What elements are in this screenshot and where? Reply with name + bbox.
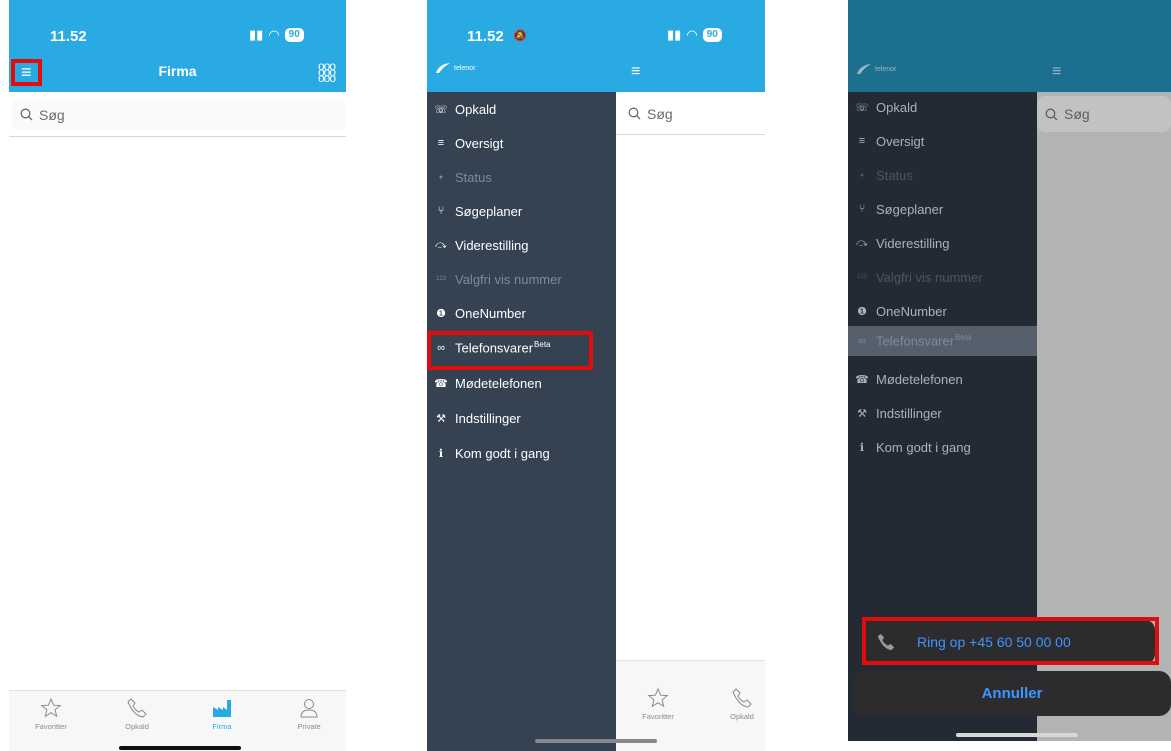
highlight-menu-button — [11, 59, 42, 86]
tab-calls[interactable]: Opkald — [712, 687, 765, 721]
top-bar: ≡ Firma ooo ooo ooo — [9, 50, 346, 92]
star-icon — [40, 697, 62, 718]
menu-item-telefonsvarer: ∞ TelefonsvarerBeta — [858, 333, 972, 349]
numbers-icon: 123 — [435, 276, 446, 282]
tab-bar: Favoritter Opkald Firma Private — [9, 690, 346, 751]
search-placeholder: Søg — [39, 106, 65, 123]
tab-favorites[interactable]: Favoritter — [21, 697, 81, 731]
menu-item-soegeplaner[interactable]: ⑂ Søgeplaner — [434, 196, 523, 226]
highlight-telefonsvarer — [427, 331, 593, 370]
battery-icon: 90 — [702, 28, 722, 42]
route-icon: ⑂ — [437, 205, 445, 217]
tab-label: Opkald — [730, 712, 754, 721]
wifi-icon: ◠ — [686, 27, 698, 42]
tab-private[interactable]: Private — [279, 697, 339, 731]
status-icons: ▮▮ ◠ 90 — [249, 27, 304, 43]
page-title: Firma — [158, 63, 197, 79]
menu-item-kom-godt-i-gang[interactable]: ℹ Kom godt i gang — [434, 438, 550, 468]
telenor-logo-icon — [436, 63, 450, 73]
status-time: 11.52 — [467, 28, 504, 45]
dialpad-icon[interactable]: ooo ooo ooo — [318, 60, 336, 84]
menu-item-soegeplaner: ⑂ Søgeplaner — [858, 201, 944, 217]
side-drawer: ☏ Opkald ≡ Oversigt ● Status ⑂ Søgeplaner ⤼ V… — [427, 92, 616, 751]
search-icon — [1045, 108, 1058, 120]
star-icon — [647, 687, 669, 708]
battery-icon: 90 — [284, 28, 304, 42]
tab-calls[interactable]: Opkald — [107, 697, 167, 731]
cancel-button[interactable]: Annuller — [853, 671, 1171, 716]
screen-company-list: 11.52 ▮▮ ◠ 90 ≡ Firma ooo ooo ooo Søg Favo… — [9, 0, 346, 751]
home-indicator — [535, 739, 657, 743]
menu-item-oversigt[interactable]: ≡ Oversigt — [434, 128, 504, 158]
menu-item-status: ● Status — [859, 167, 913, 183]
tab-label: Opkald — [125, 722, 149, 731]
menu-item-indstillinger: ⚒ Indstillinger — [857, 405, 942, 421]
tab-label: Favoritter — [642, 712, 674, 721]
status-time: 11.52 — [50, 28, 87, 45]
tab-favorites[interactable]: Favoritter — [628, 687, 688, 721]
info-icon: ℹ — [438, 447, 444, 460]
meeting-phone-icon: ☎ — [434, 377, 448, 390]
wrench-icon: ⚒ — [436, 412, 446, 425]
phone-icon: ☏ — [434, 103, 448, 116]
menu-item-valgfri-vis-nummer: 123 Valgfri vis nummer — [856, 269, 983, 285]
menu-item-opkald: ☏ Opkald — [855, 99, 918, 115]
search-icon — [20, 108, 33, 121]
cancel-label: Annuller — [981, 685, 1043, 702]
header-dimmed: telenor ≡ — [848, 0, 1171, 92]
search-input[interactable]: Søg — [620, 98, 765, 129]
telenor-logo: telenor — [435, 62, 475, 74]
menu-item-moedetelefonen[interactable]: ☎ Mødetelefonen — [434, 368, 542, 398]
menu-item-onenumber: ❶ OneNumber — [857, 303, 947, 319]
search-input: Søg — [1037, 96, 1171, 132]
dot-icon: ● — [438, 173, 444, 181]
factory-icon — [213, 700, 231, 717]
hamburger-menu-icon[interactable]: ≡ — [631, 62, 640, 82]
telenor-logo: telenor — [856, 63, 896, 75]
screen-drawer-open: 11.52 🔕 ▮▮ ◠ 90 telenor ≡ ☏ Opkald ≡ Overs… — [427, 0, 765, 751]
menu-item-oversigt: ≡ Oversigt — [858, 133, 925, 149]
phone-icon — [732, 688, 752, 708]
menu-item-viderestilling[interactable]: ⤼ Viderestilling — [434, 230, 528, 260]
home-indicator — [119, 746, 241, 750]
forward-icon: ⤼ — [435, 238, 447, 251]
menu-item-moedetelefonen: ☎ Mødetelefonen — [855, 371, 963, 387]
menu-item-kom-godt-i-gang: ℹ Kom godt i gang — [859, 439, 971, 455]
status-bar: 11.52 ▮▮ ◠ 90 — [9, 0, 346, 50]
wifi-icon: ◠ — [268, 27, 280, 42]
list-icon: ≡ — [437, 137, 445, 149]
one-icon: ❶ — [436, 307, 446, 320]
highlight-call-action — [862, 617, 1159, 665]
signal-icon: ▮▮ — [667, 27, 682, 42]
tab-label: Favoritter — [35, 722, 67, 731]
menu-item-onenumber[interactable]: ❶ OneNumber — [434, 298, 526, 328]
search-placeholder: Søg — [1064, 106, 1090, 122]
phone-icon — [127, 698, 147, 718]
menu-item-valgfri-vis-nummer[interactable]: 123 Valgfri vis nummer — [434, 264, 562, 294]
search-placeholder: Søg — [647, 105, 673, 122]
menu-item-opkald[interactable]: ☏ Opkald — [434, 94, 496, 124]
menu-item-indstillinger[interactable]: ⚒ Indstillinger — [434, 403, 521, 433]
telenor-logo-icon — [857, 64, 871, 74]
menu-item-viderestilling: ⤼ Viderestilling — [856, 235, 950, 251]
silent-icon: 🔕 — [513, 30, 527, 42]
tab-bar: Favoritter Opkald — [616, 660, 765, 751]
menu-item-status[interactable]: ● Status — [434, 162, 492, 192]
hamburger-menu-icon: ≡ — [1052, 63, 1062, 80]
tab-company[interactable]: Firma — [192, 697, 252, 731]
search-input[interactable]: Søg — [12, 99, 346, 130]
divider — [616, 134, 765, 135]
screen-call-action: telenor ≡ ☏ Opkald ≡ Oversigt ● Status ⑂ Søg… — [848, 0, 1171, 741]
person-icon — [300, 699, 318, 718]
search-icon — [628, 107, 641, 120]
divider — [9, 136, 346, 137]
home-indicator — [956, 733, 1078, 737]
tab-label: Private — [297, 722, 321, 731]
status-icons: ▮▮ ◠ 90 — [667, 27, 722, 43]
status-bar: 11.52 🔕 ▮▮ ◠ 90 telenor ≡ — [427, 0, 765, 92]
tab-label: Firma — [212, 722, 232, 731]
signal-icon: ▮▮ — [249, 27, 264, 42]
